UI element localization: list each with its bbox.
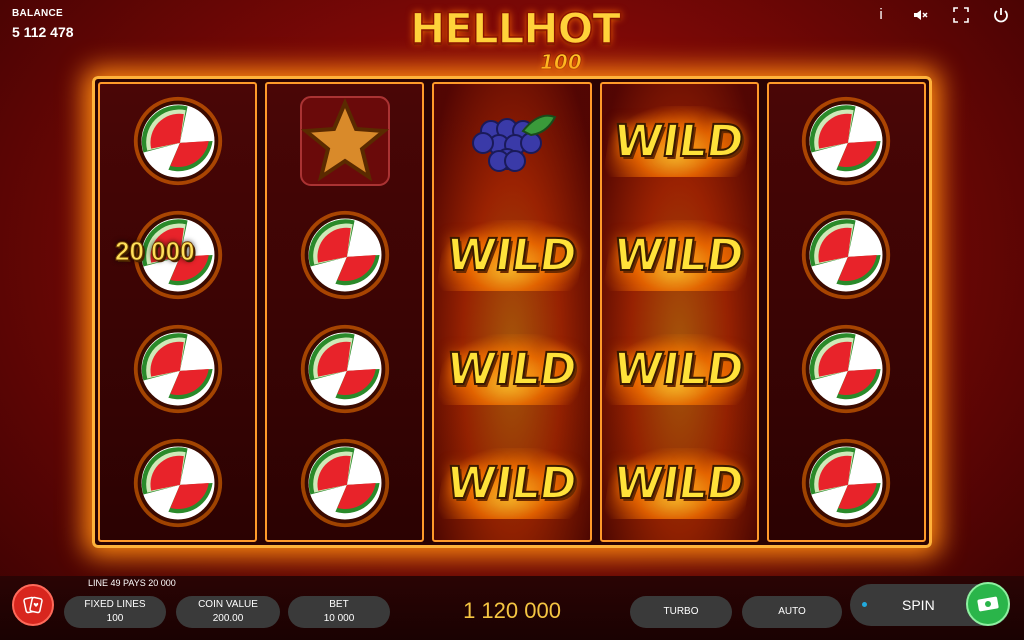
wild-text: WILD	[603, 333, 755, 405]
bet-control[interactable]: BET 10 000	[288, 596, 390, 628]
symbol-wild: WILD	[436, 205, 588, 305]
logo-subtitle: 100	[540, 50, 583, 75]
coin-value-label: COIN VALUE	[198, 599, 258, 610]
cards-icon	[23, 596, 43, 614]
game-logo: HELLHOT 100	[390, 3, 640, 76]
wild-text: WILD	[603, 105, 755, 177]
fixed-lines-label: FIXED LINES	[84, 599, 146, 610]
spin-label: SPIN	[902, 597, 935, 613]
win-amount-label: 20 000	[115, 236, 196, 267]
coin-value-value: 200.00	[212, 613, 244, 624]
symbol-watermelon	[108, 91, 248, 191]
bet-label: BET	[329, 599, 349, 610]
line-info: LINE 49 PAYS 20 000	[88, 578, 176, 588]
symbol-watermelon	[776, 91, 916, 191]
wild-text: WILD	[436, 219, 588, 291]
wild-text: WILD	[603, 219, 755, 291]
logo-title: HELLHOT	[409, 3, 621, 54]
reel-2	[265, 82, 425, 542]
balance-value: 5 112 478	[12, 24, 74, 40]
total-win: 1 120 000	[463, 598, 561, 623]
symbol-watermelon	[108, 433, 248, 533]
symbol-wild: WILD	[603, 205, 755, 305]
wild-text: WILD	[436, 447, 588, 519]
coin-value-control[interactable]: COIN VALUE 200.00	[176, 596, 280, 628]
auto-button[interactable]: AUTO	[742, 596, 842, 628]
info-icon[interactable]: i	[872, 6, 890, 24]
bet-value: 10 000	[323, 613, 355, 624]
balance-label: BALANCE	[12, 8, 63, 19]
symbol-watermelon	[108, 319, 248, 419]
reel-5	[766, 82, 927, 542]
symbol-watermelon	[776, 433, 916, 533]
spin-button[interactable]: SPIN	[850, 582, 1010, 626]
symbol-wild: WILD	[603, 91, 755, 191]
spin-cash-icon[interactable]	[966, 582, 1010, 626]
symbol-watermelon	[275, 319, 415, 419]
symbol-star	[275, 91, 415, 191]
turbo-button[interactable]: TURBO	[630, 596, 732, 628]
symbol-wild: WILD	[603, 319, 755, 419]
symbol-grapes	[442, 91, 582, 191]
symbol-wild: WILD	[436, 433, 588, 533]
reel-area: WILD WILD WILD WILD WILD WILD WILD	[92, 76, 932, 548]
balance-panel: BALANCE 5 112 478	[12, 8, 74, 40]
symbol-watermelon	[275, 433, 415, 533]
symbol-wild: WILD	[436, 319, 588, 419]
mute-icon[interactable]	[912, 6, 930, 24]
power-icon[interactable]	[992, 6, 1010, 24]
fixed-lines-value: 100	[106, 613, 124, 624]
reel-1	[98, 82, 258, 542]
reel-4: WILD WILD WILD WILD	[599, 82, 759, 542]
top-controls: i	[872, 6, 1010, 24]
spin-indicator-dot	[862, 602, 867, 607]
menu-button[interactable]	[12, 584, 54, 626]
symbol-watermelon	[776, 319, 916, 419]
wild-text: WILD	[603, 447, 755, 519]
symbol-watermelon	[275, 205, 415, 305]
fixed-lines-control[interactable]: FIXED LINES 100	[64, 596, 166, 628]
fullscreen-icon[interactable]	[952, 6, 970, 24]
reel-3: WILD WILD WILD	[432, 82, 592, 542]
symbol-wild: WILD	[603, 433, 755, 533]
symbol-watermelon	[776, 205, 916, 305]
wild-text: WILD	[436, 333, 588, 405]
